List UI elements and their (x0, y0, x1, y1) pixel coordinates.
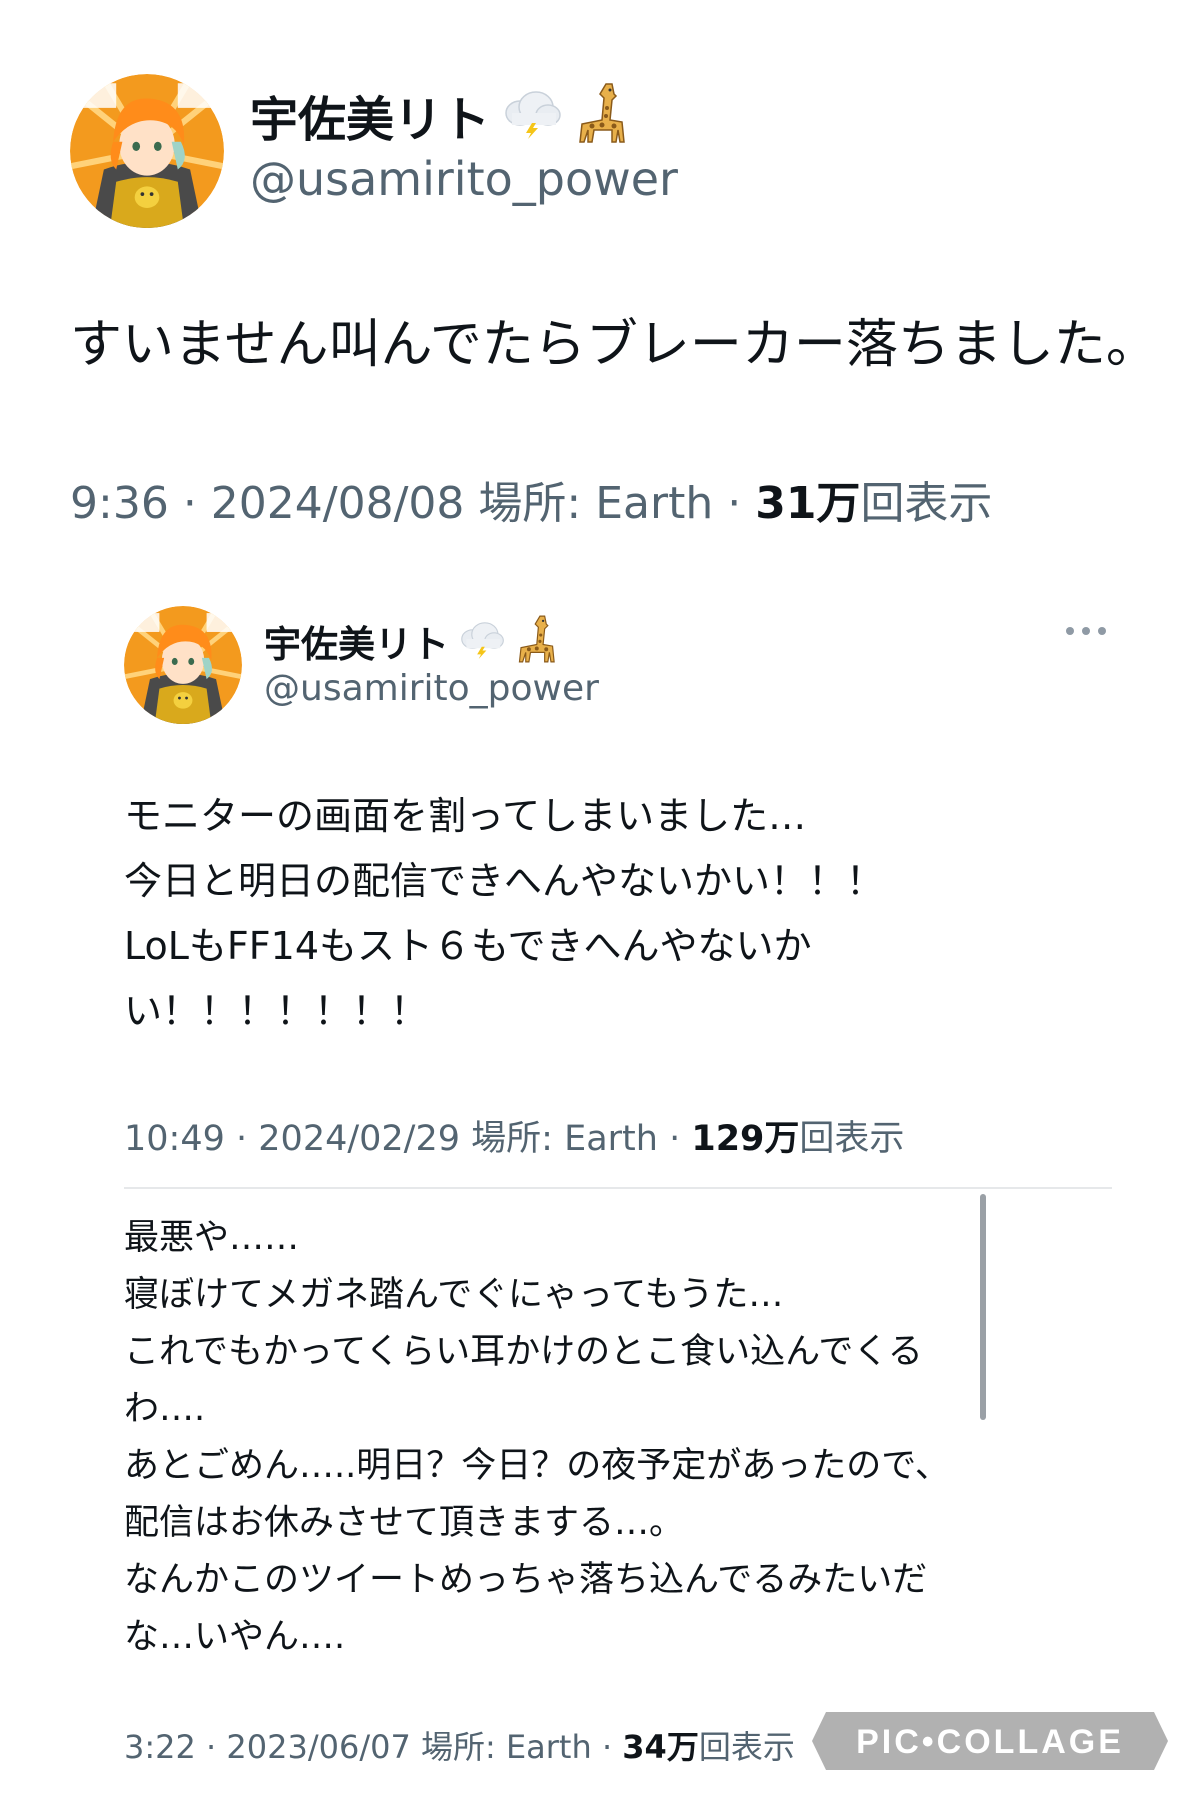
separator-dot: · (669, 1119, 692, 1159)
tweet-text-line: 配信はお休みさせて頂きまする…。 (124, 1503, 685, 1543)
tweet-text-line: な…いやん…. (124, 1617, 346, 1657)
view-count[interactable]: 129万 (691, 1119, 799, 1159)
scrollbar[interactable] (980, 1194, 986, 1420)
tweet-text-line: わ…. (124, 1389, 206, 1429)
more-dot-icon (1098, 627, 1106, 635)
tweet-location: 場所: Earth (420, 1728, 592, 1766)
giraffe-icon (572, 80, 630, 150)
tweet-text-line: い！！！！！！！ (124, 989, 429, 1033)
cloud-lightning-icon (457, 619, 505, 663)
tweet-text: 最悪や…… 寝ぼけてメガネ踏んでぐにゃってもうた… これでもかってくらい耳かけの… (124, 1210, 994, 1666)
tweet-location: 場所: Earth (478, 478, 714, 529)
giraffe-icon (513, 613, 559, 669)
tweet-text: モニターの画面を割ってしまいました… 今日と明日の配信できへんやないかい！！！ … (124, 784, 1004, 1044)
separator-dot: · (727, 478, 756, 529)
separator-dot: · (601, 1728, 623, 1766)
more-options-button[interactable] (1066, 624, 1106, 638)
more-dot-icon (1082, 627, 1090, 635)
user-handle[interactable]: @usamirito_power (250, 152, 678, 206)
cloud-lightning-icon (500, 87, 562, 143)
tweet-text-line: LoLもFF14もスト６もできへんやないか (124, 924, 812, 968)
tweet-text: すいません叫んでたらブレーカー落ちました。 (70, 315, 1158, 375)
separator-dot: · (182, 478, 211, 529)
avatar[interactable] (124, 606, 242, 724)
separator-dot: · (206, 1728, 227, 1766)
user-handle[interactable]: @usamirito_power (264, 668, 599, 709)
tweet-text-line: 最悪や…… (124, 1218, 300, 1258)
tweet-time[interactable]: 10:49 (124, 1119, 225, 1159)
tweet-date[interactable]: 2024/02/29 (258, 1119, 460, 1159)
display-name-row[interactable]: 宇佐美リト (264, 613, 559, 669)
separator-dot: · (236, 1119, 259, 1159)
tweet-meta: 3:22 · 2023/06/07 場所: Earth · 34万回表示 (124, 1722, 795, 1768)
tweet-meta: 10:49 · 2024/02/29 場所: Earth · 129万回表示 (124, 1110, 904, 1161)
more-dot-icon (1066, 627, 1074, 635)
tweet-text-line: なんかこのツイートめっちゃ落ち込んでるみたいだ (124, 1560, 928, 1600)
tweet-time[interactable]: 3:22 (124, 1728, 196, 1766)
tweet-time[interactable]: 9:36 (70, 478, 169, 529)
tweet-text-line: 今日と明日の配信できへんやないかい！！！ (124, 859, 885, 903)
view-count[interactable]: 34万 (622, 1728, 699, 1766)
view-count[interactable]: 31万 (755, 478, 860, 529)
view-count-label: 回表示 (860, 478, 993, 529)
tweet-date[interactable]: 2024/08/08 (211, 478, 465, 529)
tweet-meta: 9:36 · 2024/08/08 場所: Earth · 31万回表示 (70, 467, 992, 531)
pic-collage-watermark: PIC•COLLAGE (812, 1712, 1168, 1770)
tweet-text-line: モニターの画面を割ってしまいました… (124, 794, 807, 838)
avatar-image (124, 606, 242, 724)
watermark-text: PIC•COLLAGE (856, 1723, 1124, 1761)
tweet-date[interactable]: 2023/06/07 (226, 1728, 410, 1766)
view-count-label: 回表示 (799, 1119, 905, 1159)
view-count-label: 回表示 (698, 1728, 795, 1766)
tweet-location: 場所: Earth (471, 1119, 658, 1159)
divider (124, 1187, 1112, 1189)
avatar-image (70, 74, 224, 228)
avatar[interactable] (70, 74, 224, 228)
tweet-text-line: あとごめん…..明日？今日？の夜予定があったので、 (124, 1446, 950, 1486)
tweet-text-line: 寝ぼけてメガネ踏んでぐにゃってもうた… (124, 1275, 784, 1315)
display-name[interactable]: 宇佐美リト (264, 614, 449, 668)
display-name-row[interactable]: 宇佐美リト (250, 80, 630, 150)
display-name[interactable]: 宇佐美リト (250, 80, 490, 150)
tweet-text-line: これでもかってくらい耳かけのとこ食い込んでくる (124, 1332, 923, 1372)
